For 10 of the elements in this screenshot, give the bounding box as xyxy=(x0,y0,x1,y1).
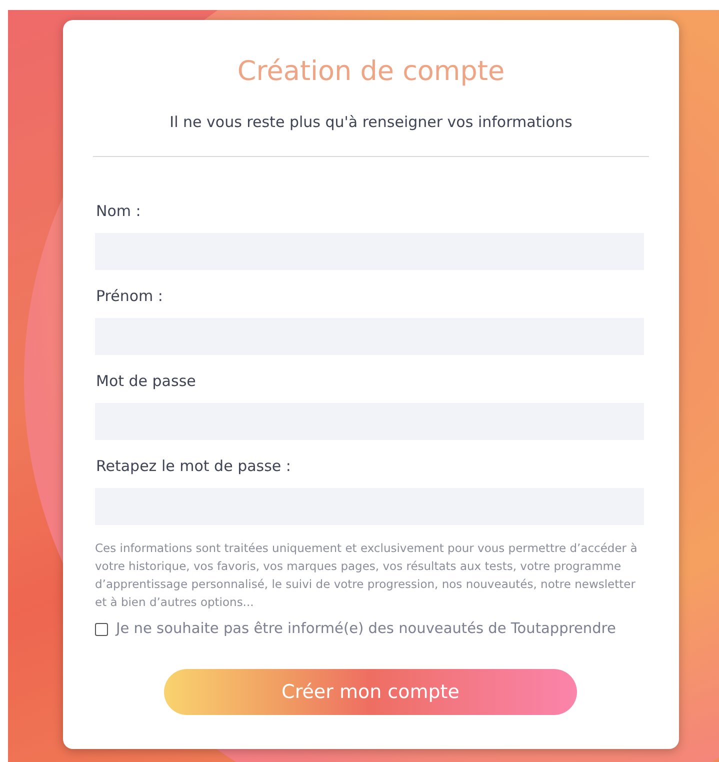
field-label: Retapez le mot de passe : xyxy=(95,456,292,477)
privacy-notice: Ces informations sont traitées uniquement et exclusivement pour vous permettre d’accéder à votre historique, vos favoris, vos marques pages, vos résultats aux tests, votre programme d’apprentissage personnalisé, le suivi de votre progression, nos nouveautés, notre newsletter et à bien d’autres options... xyxy=(95,540,638,611)
field-label: Prénom : xyxy=(95,286,164,307)
form-subtitle: Il ne vous reste plus qu'à renseigner vos informations xyxy=(168,112,574,133)
form-title: Création de compte xyxy=(236,55,506,89)
create-account-button[interactable]: Créer mon compte xyxy=(164,669,577,715)
field-label: Nom : xyxy=(95,201,142,222)
checkbox-label: Je ne souhaite pas être informé(e) des nouveautés de Toutapprendre xyxy=(116,621,616,637)
checkbox[interactable] xyxy=(95,622,108,636)
field-label: Mot de passe xyxy=(95,371,197,392)
